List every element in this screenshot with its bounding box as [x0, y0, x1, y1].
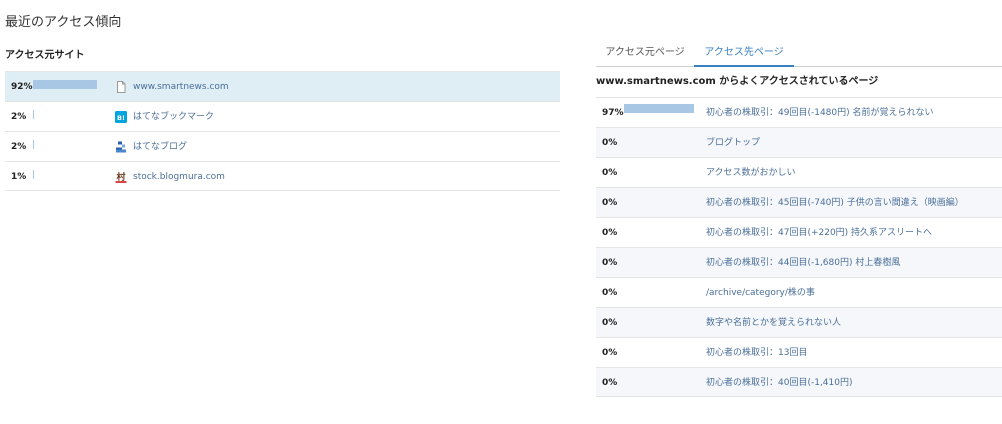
target-page-percent: 0%	[602, 168, 618, 178]
target-page-row[interactable]: 97% 初心者の株取引：49回目(-1480円) 名前が覚えられない	[596, 97, 1002, 127]
blogmura-icon: 村	[115, 171, 127, 183]
referrer-percent: 2%	[11, 142, 27, 152]
referrer-percent: 92%	[11, 82, 33, 92]
referrer-bar	[33, 170, 34, 179]
referrer-row[interactable]: 1% 村 stock.blogmura.com	[5, 161, 560, 191]
target-page-link[interactable]: 初心者の株取引：13回目	[706, 338, 807, 368]
referrer-bar	[33, 110, 34, 119]
target-page-row[interactable]: 0% 初心者の株取引：44回目(-1,680円) 村上春樹風	[596, 247, 1002, 277]
panel-tabs: アクセス元ページ アクセス先ページ	[596, 40, 1002, 67]
referrer-row[interactable]: 92% www.smartnews.com	[5, 71, 560, 101]
document-icon	[115, 81, 127, 93]
target-page-link[interactable]: 初心者の株取引：45回目(-740円) 子供の言い間違え（映画編）	[706, 188, 964, 218]
referrer-label[interactable]: stock.blogmura.com	[133, 162, 225, 192]
page-title: 最近のアクセス傾向	[5, 15, 122, 30]
referrer-percent: 1%	[11, 172, 27, 182]
target-page-link[interactable]: 初心者の株取引：47回目(+220円) 持久系アスリートへ	[706, 218, 932, 248]
target-page-percent: 0%	[602, 348, 618, 358]
target-page-percent: 0%	[602, 228, 618, 238]
target-page-percent: 0%	[602, 198, 618, 208]
tab-target-pages[interactable]: アクセス先ページ	[694, 40, 794, 67]
hatena-bookmark-glyph: B!	[117, 114, 125, 122]
target-page-row[interactable]: 0% /archive/category/株の事	[596, 277, 1002, 307]
tab-referrer-pages[interactable]: アクセス元ページ	[596, 40, 694, 66]
hatena-blog-icon	[115, 141, 127, 153]
target-page-link[interactable]: ブログトップ	[706, 128, 760, 158]
blogmura-glyph: 村	[116, 171, 125, 183]
referrer-row[interactable]: 2% はてなブログ	[5, 131, 560, 161]
target-page-link[interactable]: /archive/category/株の事	[706, 278, 815, 308]
target-page-row[interactable]: 0% 初心者の株取引：40回目(-1,410円)	[596, 367, 1002, 397]
target-page-percent: 0%	[602, 318, 618, 328]
target-page-row[interactable]: 0% 初心者の株取引：47回目(+220円) 持久系アスリートへ	[596, 217, 1002, 247]
referrer-sites-panel: アクセス元サイト 92% www.smartnews.com 2% B! はてな…	[5, 40, 560, 191]
referrer-sites-heading: アクセス元サイト	[5, 50, 85, 61]
target-page-link[interactable]: 初心者の株取引：40回目(-1,410円)	[706, 368, 853, 398]
target-page-row[interactable]: 0% ブログトップ	[596, 127, 1002, 157]
target-page-percent: 0%	[602, 378, 618, 388]
target-page-percent: 0%	[602, 288, 618, 298]
target-page-percent: 0%	[602, 258, 618, 268]
target-pages-panel: アクセス元ページ アクセス先ページ www.smartnews.com からよく…	[596, 40, 1002, 397]
referrer-percent: 2%	[11, 112, 27, 122]
target-page-link[interactable]: 数字や名前とかを覚えられない人	[706, 308, 841, 338]
target-page-link[interactable]: 初心者の株取引：49回目(-1480円) 名前が覚えられない	[706, 98, 934, 128]
referrer-label[interactable]: www.smartnews.com	[133, 72, 229, 102]
referrer-label[interactable]: はてなブックマーク	[133, 102, 214, 132]
referrer-sites-list: 92% www.smartnews.com 2% B! はてなブックマーク 2%…	[5, 71, 560, 191]
referrer-bar	[33, 140, 34, 149]
referrer-row[interactable]: 2% B! はてなブックマーク	[5, 101, 560, 131]
referrer-bar	[33, 80, 97, 89]
hatena-bookmark-icon: B!	[115, 111, 127, 123]
referrer-label[interactable]: はてなブログ	[133, 132, 187, 162]
target-page-row[interactable]: 0% アクセス数がおかしい	[596, 157, 1002, 187]
target-page-row[interactable]: 0% 初心者の株取引：13回目	[596, 337, 1002, 367]
target-page-link[interactable]: 初心者の株取引：44回目(-1,680円) 村上春樹風	[706, 248, 900, 278]
target-page-percent: 0%	[602, 138, 618, 148]
target-pages-heading: www.smartnews.com からよくアクセスされているページ	[596, 76, 879, 87]
target-page-row[interactable]: 0% 初心者の株取引：45回目(-740円) 子供の言い間違え（映画編）	[596, 187, 1002, 217]
target-page-row[interactable]: 0% 数字や名前とかを覚えられない人	[596, 307, 1002, 337]
target-page-link[interactable]: アクセス数がおかしい	[706, 158, 796, 188]
target-pages-list: 97% 初心者の株取引：49回目(-1480円) 名前が覚えられない 0% ブロ…	[596, 97, 1002, 397]
target-page-percent: 97%	[602, 108, 624, 118]
target-page-bar	[624, 104, 694, 113]
